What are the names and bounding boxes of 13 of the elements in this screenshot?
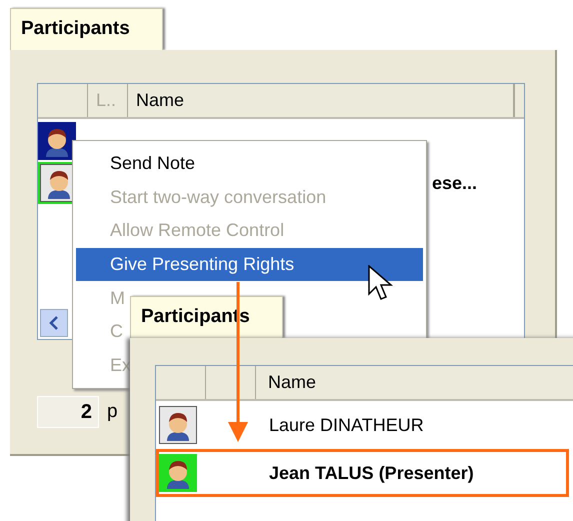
- count-label: p: [107, 400, 118, 424]
- column-header[interactable]: Name: [128, 84, 514, 117]
- participant-row[interactable]: Jean TALUS (Presenter): [156, 449, 569, 497]
- menu-item[interactable]: Send Note: [110, 147, 196, 181]
- participants-tab[interactable]: Participants: [10, 8, 163, 50]
- participant-name: Laure DINATHEUR: [269, 414, 424, 436]
- count-field: 2: [37, 396, 99, 428]
- participant-row[interactable]: Laure DINATHEUR: [156, 401, 569, 449]
- menu-item[interactable]: Give Presenting Rights: [76, 248, 423, 282]
- scroll-left-button[interactable]: [40, 309, 68, 337]
- participant-name: Jean TALUS (Presenter): [269, 462, 474, 485]
- participant-name: ese...: [432, 172, 478, 194]
- chevron-left-icon: [49, 316, 59, 330]
